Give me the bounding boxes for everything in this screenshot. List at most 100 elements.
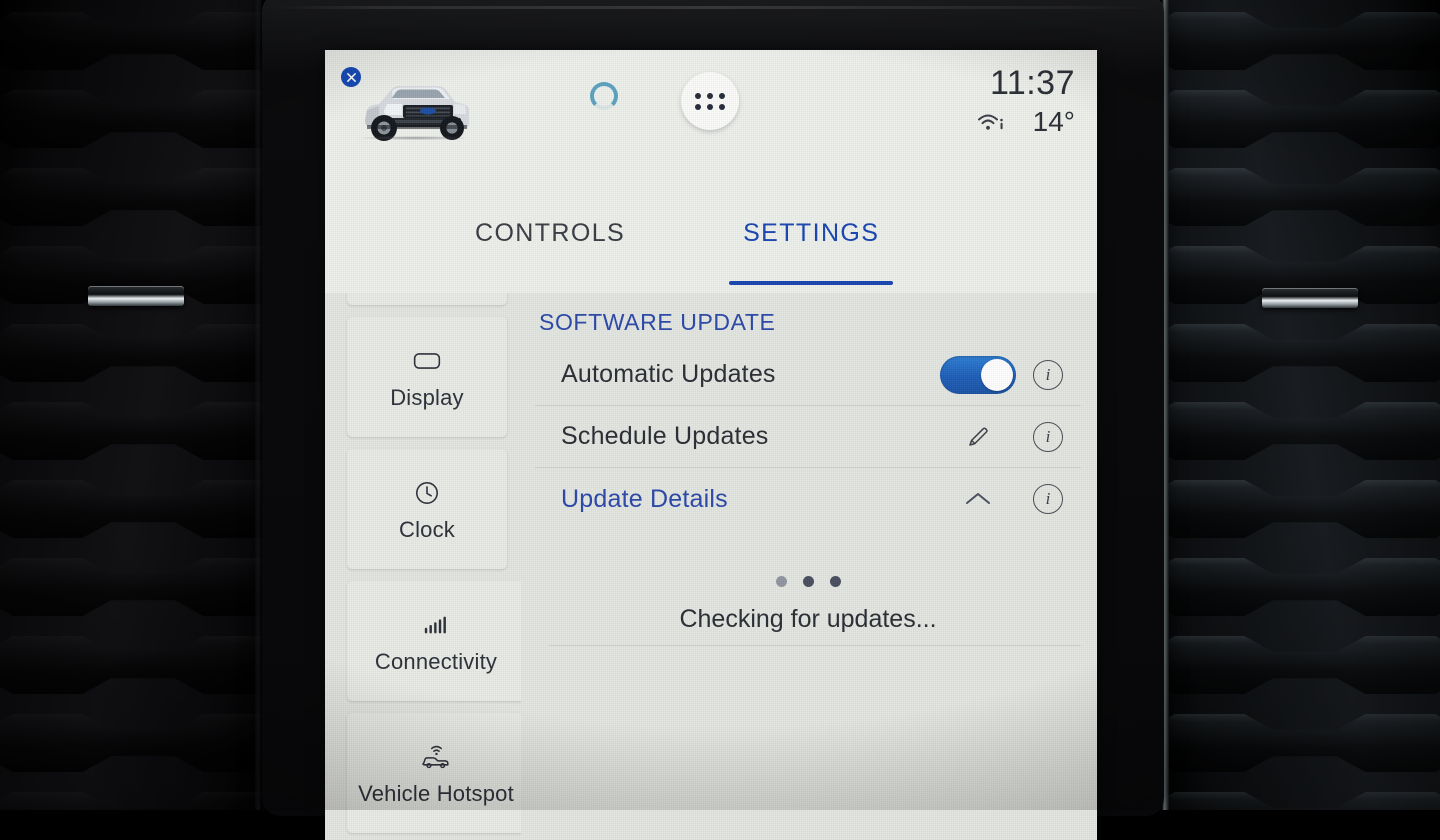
vent-slat — [1162, 167, 1440, 227]
vent-slat-row — [1162, 468, 1440, 552]
vent-slat — [1162, 713, 1440, 773]
vent-slat-row — [1162, 702, 1440, 786]
software-update-panel: SOFTWARE UPDATE Automatic Updates i Sche… — [521, 293, 1097, 840]
vent-slat — [0, 89, 262, 149]
section-title: SOFTWARE UPDATE — [539, 309, 776, 335]
loading-dot — [829, 576, 841, 587]
vent-slat — [0, 557, 262, 617]
vent-slat-row — [0, 0, 262, 84]
vent-slat — [1162, 557, 1440, 617]
clock-time: 11:37 — [989, 64, 1075, 102]
update-check-status: Checking for updates... — [535, 576, 1081, 634]
infotainment-screen: 11:37 14° CONTROLS SETTINGS Display Cloc… — [325, 50, 1097, 840]
loading-spinner-icon — [590, 82, 618, 110]
tab-controls[interactable]: CONTROLS — [475, 195, 625, 293]
section-divider — [549, 645, 1081, 646]
apps-dot — [719, 103, 725, 110]
row-update-details[interactable]: Update Details i — [535, 468, 1081, 530]
loading-dots-icon — [775, 576, 841, 587]
status-bar: 11:37 14° — [325, 50, 1097, 195]
sidebar-item-vehicle-hotspot[interactable]: Vehicle Hotspot — [347, 713, 521, 833]
vent-slat-row — [0, 546, 262, 630]
weather-row: 14° — [977, 108, 1075, 136]
row-info-cell: i — [1021, 359, 1075, 390]
vent-slat-row — [0, 0, 262, 6]
vent-slat — [1162, 635, 1440, 695]
vent-slat-row — [1162, 390, 1440, 474]
settings-sidebar[interactable]: General Display — [325, 293, 521, 840]
vent-slat — [1162, 11, 1440, 71]
vent-slat — [0, 635, 262, 695]
vent-slat-row — [0, 390, 262, 474]
vent-slat — [1162, 89, 1440, 149]
air-vent-right — [1162, 0, 1440, 810]
info-icon[interactable]: i — [1033, 359, 1063, 390]
collapse-details-cell — [935, 490, 1021, 508]
apps-dot — [695, 103, 701, 110]
sidebar-item-label: Display — [390, 384, 464, 410]
display-icon — [412, 344, 442, 378]
row-schedule-updates[interactable]: Schedule Updates i — [535, 406, 1081, 468]
vent-slat-row — [0, 312, 262, 396]
vent-slat-row — [0, 78, 262, 162]
vent-slat-row — [1162, 0, 1440, 84]
vent-control-tab-right[interactable] — [1262, 288, 1358, 308]
main-tab-bar: CONTROLS SETTINGS — [325, 195, 1097, 293]
bezel-highlight — [270, 6, 1156, 9]
close-x-icon[interactable] — [341, 67, 361, 87]
vent-slat — [0, 323, 262, 383]
vent-slat-row — [0, 156, 262, 240]
vent-control-tab-left[interactable] — [88, 286, 184, 306]
vent-edge-left — [255, 0, 262, 810]
signal-bars-icon — [422, 608, 450, 642]
sidebar-item-label: Clock — [398, 516, 455, 542]
car-wifi-icon — [419, 740, 453, 774]
vent-slat — [0, 401, 262, 461]
sidebar-item-label: Vehicle Hotspot — [358, 780, 514, 806]
wifi-info-icon[interactable] — [977, 111, 1007, 133]
sidebar-item-display[interactable]: Display — [347, 317, 507, 437]
row-info-cell: i — [1021, 421, 1075, 452]
pencil-icon[interactable] — [965, 424, 991, 450]
temperature-value: 14° — [1032, 106, 1075, 137]
vent-slat — [0, 167, 262, 227]
vent-slat-row — [1162, 78, 1440, 162]
truck-shadow — [359, 136, 469, 140]
vent-slat — [1162, 791, 1440, 810]
vent-slat-row — [1162, 546, 1440, 630]
info-icon[interactable]: i — [1033, 421, 1063, 452]
air-vent-left — [0, 0, 262, 810]
vent-slat — [1162, 401, 1440, 461]
vent-slat — [0, 713, 262, 773]
vent-slat-row — [1162, 0, 1440, 6]
vent-slat-row — [1162, 156, 1440, 240]
sidebar-item-clock[interactable]: Clock — [347, 449, 507, 569]
automatic-updates-toggle[interactable] — [940, 355, 1016, 394]
loading-dot — [775, 576, 787, 587]
apps-dot — [719, 92, 725, 99]
vent-slat — [1162, 323, 1440, 383]
toggle-knob — [981, 358, 1013, 391]
loading-message: Checking for updates... — [679, 605, 937, 633]
apps-dot — [707, 92, 713, 99]
row-label: Schedule Updates — [561, 422, 769, 450]
vent-slat-row — [0, 468, 262, 552]
dashboard-backdrop: 11:37 14° CONTROLS SETTINGS Display Cloc… — [0, 0, 1440, 840]
edit-schedule-cell — [935, 424, 1021, 450]
row-info-cell: i — [1021, 484, 1075, 514]
tab-settings[interactable]: SETTINGS — [729, 195, 894, 293]
pickup-truck-image[interactable] — [351, 68, 479, 146]
status-right-cluster: 11:37 14° — [977, 64, 1075, 136]
automatic-updates-toggle-cell — [935, 355, 1021, 394]
settings-body: General Display — [325, 293, 1097, 840]
apps-dot — [695, 92, 701, 99]
sidebar-item-connectivity[interactable]: Connectivity — [347, 581, 521, 701]
chevron-up-icon[interactable] — [964, 490, 992, 508]
info-icon[interactable]: i — [1033, 484, 1063, 514]
sidebar-item-general[interactable]: General — [347, 293, 507, 305]
row-automatic-updates[interactable]: Automatic Updates i — [535, 344, 1081, 406]
vent-slat — [0, 479, 262, 539]
vent-slat-row — [1162, 312, 1440, 396]
apps-grid-icon[interactable] — [681, 72, 739, 130]
row-label: Update Details — [561, 484, 728, 513]
